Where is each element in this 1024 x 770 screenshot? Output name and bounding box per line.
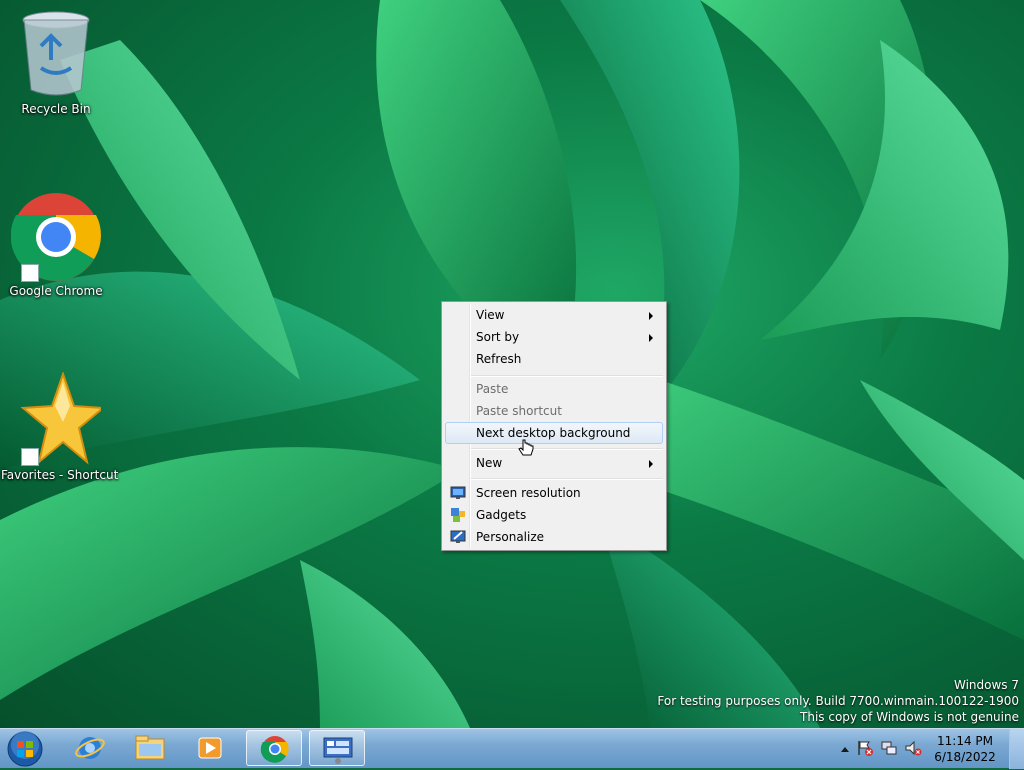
- chrome-icon: [260, 736, 289, 763]
- shortcut-arrow-icon: [21, 264, 39, 282]
- watermark-os-name: Windows 7: [953, 678, 1019, 692]
- desktop-icon-favorites-shortcut[interactable]: Favorites - Shortcut: [1, 370, 119, 482]
- shortcut-arrow-icon: [21, 448, 39, 466]
- menu-separator: [471, 375, 663, 377]
- menu-item-label: Paste shortcut: [476, 404, 562, 418]
- menu-item-paste-shortcut[interactable]: Paste shortcut: [445, 400, 663, 422]
- windows-orb-icon: [7, 731, 43, 767]
- chrome-icon: [10, 192, 101, 282]
- hand-cursor-icon: [518, 439, 534, 462]
- windows-watermark: Windows 7 For testing purposes only. Bui…: [657, 677, 1019, 725]
- taskbar-clock[interactable]: 11:14 PM 6/18/2022: [934, 733, 996, 765]
- menu-item-screen-resolution[interactable]: Screen resolution: [445, 482, 663, 504]
- taskbar-media-player[interactable]: [182, 730, 238, 766]
- taskbar: 11:14 PM 6/18/2022: [0, 728, 1024, 769]
- menu-item-new[interactable]: New: [445, 452, 663, 474]
- menu-item-label: View: [476, 308, 505, 322]
- watermark-genuine-notice: This copy of Windows is not genuine: [800, 710, 1019, 724]
- menu-item-paste[interactable]: Paste: [445, 378, 663, 400]
- menu-item-label: Gadgets: [476, 508, 527, 522]
- network-icon[interactable]: [880, 739, 898, 760]
- menu-item-label: Paste: [476, 382, 509, 396]
- taskbar-internet-explorer[interactable]: [62, 730, 118, 766]
- menu-item-label: Refresh: [476, 352, 522, 366]
- clock-date: 6/18/2022: [934, 750, 996, 764]
- desktop-icon-google-chrome[interactable]: Google Chrome: [1, 192, 111, 298]
- star-icon: [11, 370, 106, 466]
- menu-item-label: Sort by: [476, 330, 520, 344]
- menu-item-next-desktop-background[interactable]: Next desktop background: [445, 422, 663, 444]
- desktop-icon-label: Google Chrome: [9, 284, 103, 298]
- show-desktop-button[interactable]: [1009, 729, 1024, 769]
- show-hidden-icons-chevron[interactable]: [840, 743, 850, 757]
- personalize-icon: [450, 529, 466, 545]
- gadgets-icon: [450, 507, 466, 523]
- desktop-icon-label: Favorites - Shortcut: [1, 468, 119, 482]
- start-button[interactable]: [6, 731, 44, 767]
- volume-muted-icon[interactable]: [904, 739, 922, 760]
- internet-explorer-icon: [75, 737, 105, 759]
- taskbar-windows-explorer[interactable]: [122, 730, 178, 766]
- menu-item-personalize[interactable]: Personalize: [445, 526, 663, 548]
- desktop-icon-label: Recycle Bin: [21, 102, 91, 116]
- submenu-arrow-icon: [649, 460, 653, 468]
- desktop-context-menu: View Sort by Refresh Paste Paste shortcu…: [441, 301, 667, 551]
- menu-item-label: Next desktop background: [476, 426, 631, 440]
- media-player-icon: [198, 737, 222, 759]
- taskbar-google-chrome[interactable]: [246, 730, 302, 766]
- menu-separator: [471, 448, 663, 450]
- recycle-bin-icon: [21, 6, 91, 100]
- submenu-arrow-icon: [649, 334, 653, 342]
- menu-separator: [471, 478, 663, 480]
- windows-explorer-icon: [135, 735, 165, 760]
- menu-item-label: Screen resolution: [476, 486, 581, 500]
- watermark-build: For testing purposes only. Build 7700.wi…: [657, 694, 1019, 708]
- menu-item-label: New: [476, 456, 503, 470]
- clock-time: 11:14 PM: [937, 734, 993, 748]
- menu-item-sort-by[interactable]: Sort by: [445, 326, 663, 348]
- menu-item-view[interactable]: View: [445, 304, 663, 326]
- submenu-arrow-icon: [649, 312, 653, 320]
- action-center-flag-icon[interactable]: [856, 739, 874, 760]
- screen-resolution-icon: [450, 485, 466, 501]
- menu-item-refresh[interactable]: Refresh: [445, 348, 663, 370]
- menu-item-label: Personalize: [476, 530, 545, 544]
- taskbar-control-panel[interactable]: [309, 730, 365, 766]
- control-panel-icon: [323, 737, 353, 764]
- menu-item-gadgets[interactable]: Gadgets: [445, 504, 663, 526]
- desktop-icon-recycle-bin[interactable]: Recycle Bin: [1, 6, 111, 116]
